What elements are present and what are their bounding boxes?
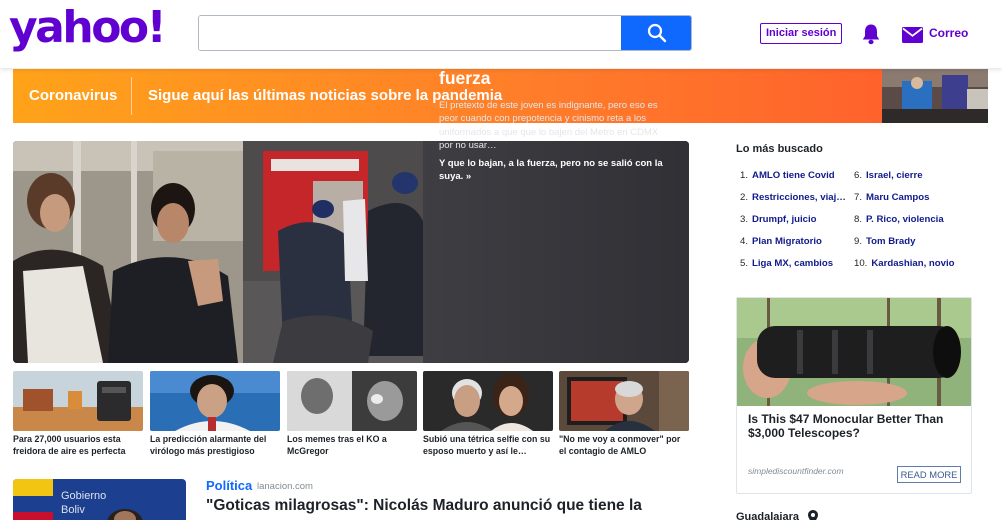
thumbnail-story[interactable]: "No me voy a conmover" por el contagio d…	[559, 371, 689, 457]
trending-number: 9.	[854, 236, 863, 247]
trending-link[interactable]: AMLO tiene Covid	[752, 170, 835, 181]
trending-item[interactable]: 3. Drumpf, juicio	[740, 214, 846, 236]
story-headline[interactable]: "Goticas milagrosas": Nicolás Maduro anu…	[206, 496, 676, 516]
search-icon	[647, 23, 666, 43]
ad-headline[interactable]: Is This $47 Monocular Better Than $3,000…	[748, 412, 963, 440]
trending-link[interactable]: Kardashian, novio	[871, 258, 954, 269]
trending-link[interactable]: Drumpf, juicio	[752, 214, 817, 225]
story-source: lanacion.com	[257, 481, 313, 492]
thumbnail-story[interactable]: Para 27,000 usuarios esta freidora de ai…	[13, 371, 143, 457]
trending-number: 6.	[854, 170, 863, 181]
thumbnail-caption[interactable]: Subió una tétrica selfie con su esposo m…	[423, 434, 553, 457]
trending-number: 8.	[854, 214, 863, 225]
yahoo-logo[interactable]: yahoo!	[9, 6, 167, 50]
trending-number: 10.	[854, 258, 868, 269]
trending-item[interactable]: 7. Maru Campos	[854, 192, 955, 214]
thumbnail-caption[interactable]: "No me voy a conmover" por el contagio d…	[559, 434, 689, 457]
ad-image	[737, 298, 971, 406]
thumbnail-caption[interactable]: Para 27,000 usuarios esta freidora de ai…	[13, 434, 143, 457]
trending-number: 1.	[740, 170, 749, 181]
trending-number: 4.	[740, 236, 749, 247]
trending-title: Lo más buscado	[736, 143, 823, 155]
thumbnail-story[interactable]: Subió una tétrica selfie con su esposo m…	[423, 371, 553, 457]
trending-item[interactable]: 2. Restricciones, viaj…	[740, 192, 846, 214]
thumbnail-image	[423, 371, 553, 431]
banner-tag[interactable]: Coronavirus	[29, 87, 117, 104]
sponsored-ad[interactable]: Is This $47 Monocular Better Than $3,000…	[736, 297, 972, 494]
trending-item[interactable]: 9. Tom Brady	[854, 236, 955, 258]
trending-number: 3.	[740, 214, 749, 225]
trending-link[interactable]: P. Rico, violencia	[866, 214, 944, 225]
read-more-button[interactable]: READ MORE	[897, 466, 961, 483]
trending-link[interactable]: Tom Brady	[866, 236, 915, 247]
thumbnail-image	[287, 371, 417, 431]
location-pin-icon[interactable]	[808, 510, 818, 520]
thumbnail-caption[interactable]: La predicción alarmante del virólogo más…	[150, 434, 280, 457]
trending-number: 5.	[740, 258, 749, 269]
story-image[interactable]: Gobierno Boliv	[13, 479, 186, 520]
trending-column: 6. Israel, cierre 7. Maru Campos 8. P. Rico…	[854, 170, 955, 280]
header: yahoo! Iniciar sesión Correo	[0, 0, 1002, 68]
thumbnail-image	[13, 371, 143, 431]
search-input[interactable]	[199, 16, 622, 50]
thumbnail-story[interactable]: Los memes tras el KO a McGregor	[287, 371, 417, 457]
thumbnail-image	[559, 371, 689, 431]
trending-link[interactable]: Israel, cierre	[866, 170, 923, 181]
banner-divider	[131, 77, 132, 115]
trending-item[interactable]: 1. AMLO tiene Covid	[740, 170, 846, 192]
trending-number: 2.	[740, 192, 749, 203]
thumbnail-caption[interactable]: Los memes tras el KO a McGregor	[287, 434, 417, 457]
mail-link[interactable]: Correo	[929, 26, 968, 40]
trending-link[interactable]: Plan Migratorio	[752, 236, 822, 247]
trending-item[interactable]: 10. Kardashian, novio	[854, 258, 955, 280]
search-box	[198, 15, 692, 51]
trending-number: 7.	[854, 192, 863, 203]
story-category[interactable]: Política	[206, 478, 252, 493]
hero-summary: El pretexto de este joven es indignante,…	[439, 100, 659, 151]
trending-item[interactable]: 8. P. Rico, violencia	[854, 214, 955, 236]
hero-read-more-link[interactable]: Y que lo bajan, a la fuerza, pero no se …	[439, 157, 669, 184]
trending-link[interactable]: Liga MX, cambios	[752, 258, 833, 269]
svg-text:Gobierno: Gobierno	[61, 490, 106, 502]
trending-item[interactable]: 5. Liga MX, cambios	[740, 258, 846, 280]
trending-item[interactable]: 6. Israel, cierre	[854, 170, 955, 192]
thumbnail-image	[150, 371, 280, 431]
trending-link[interactable]: Restricciones, viaj…	[752, 192, 846, 203]
svg-text:Boliv: Boliv	[61, 504, 85, 516]
weather-location[interactable]: Guadalajara	[736, 511, 799, 520]
ad-sponsor: simplediscountfinder.com	[748, 466, 844, 476]
trending-link[interactable]: Maru Campos	[866, 192, 929, 203]
thumbnail-story[interactable]: La predicción alarmante del virólogo más…	[150, 371, 280, 457]
bell-icon[interactable]	[861, 23, 881, 45]
trending-column: 1. AMLO tiene Covid 2. Restricciones, viaj…	[740, 170, 846, 280]
trending-item[interactable]: 4. Plan Migratorio	[740, 236, 846, 258]
banner-thumbnail	[882, 69, 988, 123]
signin-button[interactable]: Iniciar sesión	[760, 23, 843, 44]
mail-icon[interactable]	[902, 27, 923, 43]
search-button[interactable]	[621, 16, 691, 50]
